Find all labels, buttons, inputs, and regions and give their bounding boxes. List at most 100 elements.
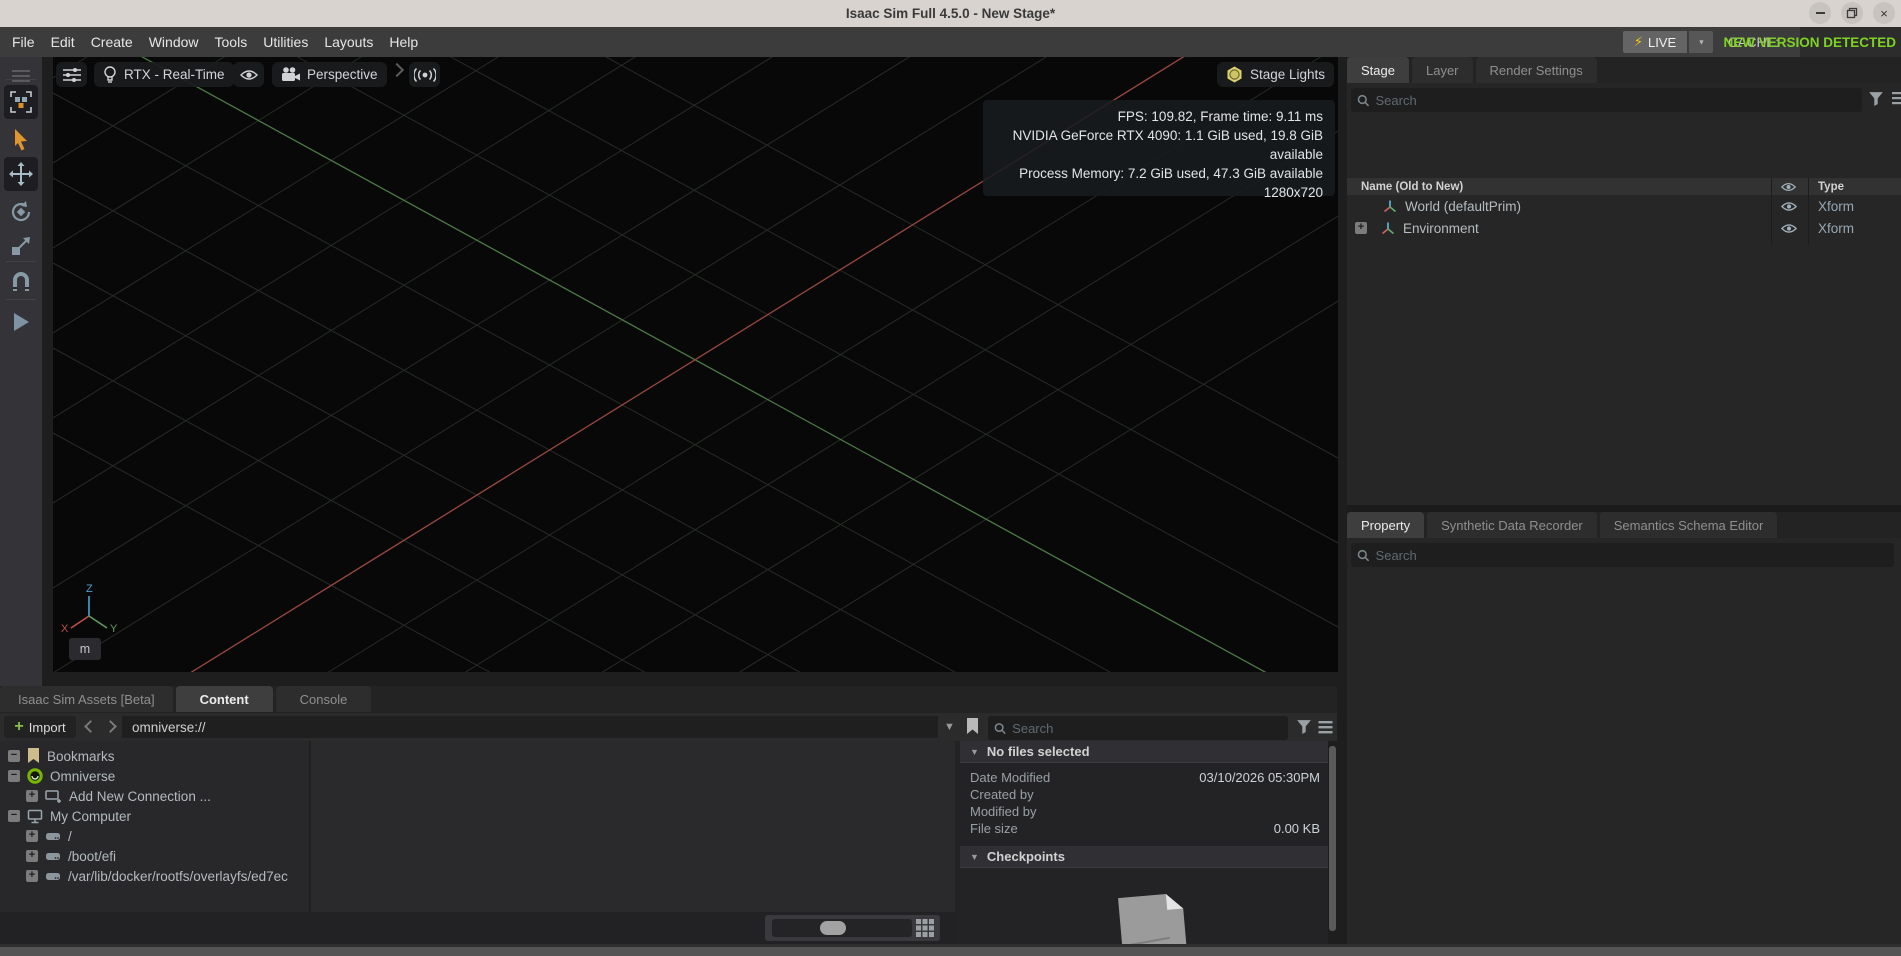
tab-property[interactable]: Property [1347, 512, 1424, 538]
camera-selector[interactable]: Perspective [272, 62, 387, 87]
minimize-button[interactable] [1809, 2, 1831, 24]
details-scrollbar[interactable] [1328, 741, 1337, 944]
tree-item-boot-efi[interactable]: + /boot/efi [0, 846, 310, 866]
tree-item-label: /boot/efi [68, 849, 116, 864]
expand-icon[interactable]: + [26, 870, 38, 882]
collapse-icon[interactable]: − [8, 770, 20, 782]
snap-tool-button[interactable] [4, 267, 38, 297]
stage-search-input[interactable] [1376, 93, 1856, 108]
broadcast-button[interactable] [409, 62, 440, 87]
play-button[interactable] [4, 307, 38, 337]
import-button[interactable]: + Import [4, 716, 76, 738]
path-bar[interactable] [122, 716, 938, 738]
tree-item-my-computer[interactable]: − My Computer [0, 806, 310, 826]
selection-mode-button[interactable] [4, 85, 38, 119]
visibility-eye-icon[interactable] [1781, 201, 1797, 212]
forward-button[interactable] [104, 720, 117, 733]
property-search[interactable] [1351, 543, 1894, 567]
menu-tools[interactable]: Tools [207, 27, 256, 57]
stage-search[interactable] [1351, 88, 1862, 112]
restore-button[interactable] [1841, 2, 1863, 24]
selection-header[interactable]: ▼ No files selected [960, 741, 1328, 763]
bookmark-button[interactable] [966, 718, 979, 735]
live-dropdown-button[interactable]: ▼ [1689, 31, 1713, 53]
viewport-3d[interactable]: RTX - Real-Time Perspective [53, 57, 1338, 672]
scrollbar-thumb[interactable] [1329, 746, 1336, 931]
viewport-unit-badge[interactable]: m [69, 638, 101, 660]
expand-icon[interactable]: + [26, 850, 38, 862]
column-name[interactable]: Name (Old to New) [1347, 181, 1463, 193]
rotate-tool-icon [9, 200, 33, 224]
live-button[interactable]: ⚡ LIVE [1623, 31, 1687, 53]
tab-console[interactable]: Console [276, 686, 372, 712]
move-tool-button[interactable] [4, 157, 38, 191]
new-version-notice[interactable]: NEW VERSION DETECTED [1723, 35, 1901, 50]
menu-create[interactable]: Create [83, 27, 141, 57]
stage-row-world[interactable]: World (defaultPrim) Xform [1347, 195, 1901, 217]
content-browser-panel: Isaac Sim Assets [Beta] Content Console … [0, 686, 1337, 944]
stage-filter-button[interactable] [1868, 91, 1884, 107]
content-search[interactable] [988, 716, 1288, 740]
tab-synthetic-data-recorder[interactable]: Synthetic Data Recorder [1427, 512, 1597, 538]
tab-isaac-sim-assets[interactable]: Isaac Sim Assets [Beta] [0, 686, 173, 712]
renderer-selector[interactable]: RTX - Real-Time [94, 62, 234, 87]
tab-render-settings[interactable]: Render Settings [1476, 57, 1597, 83]
content-filter-button[interactable] [1296, 719, 1312, 735]
collapse-icon[interactable]: − [8, 810, 20, 822]
content-files-pane[interactable] [311, 741, 955, 912]
slider-track[interactable] [772, 919, 912, 937]
rotate-tool-button[interactable] [4, 197, 38, 227]
slider-handle[interactable] [820, 921, 846, 935]
expand-icon[interactable]: + [26, 790, 38, 802]
tab-layer[interactable]: Layer [1412, 57, 1473, 83]
checkpoint-thumbnail[interactable] [1110, 881, 1200, 944]
grid-view-button[interactable] [916, 919, 934, 937]
menu-window[interactable]: Window [141, 27, 207, 57]
prim-name[interactable]: World (defaultPrim) [1405, 199, 1521, 214]
visibility-button[interactable] [233, 62, 264, 87]
expand-icon[interactable]: + [1355, 222, 1367, 234]
stage-column-header[interactable]: Name (Old to New) Type [1347, 178, 1901, 195]
tree-item-root-drive[interactable]: + / [0, 826, 310, 846]
stage-row-environment[interactable]: + Environment Xform [1347, 217, 1901, 239]
close-button[interactable]: × [1873, 2, 1895, 24]
menu-layouts[interactable]: Layouts [316, 27, 381, 57]
stats-gpu-line: NVIDIA GeForce RTX 4090: 1.1 GiB used, 1… [995, 126, 1323, 164]
toolbar-separator [6, 299, 36, 300]
drive-icon [45, 870, 61, 883]
select-tool-button[interactable] [4, 125, 38, 155]
visibility-eye-icon[interactable] [1781, 223, 1797, 234]
property-search-input[interactable] [1376, 548, 1888, 563]
panel-splitter[interactable] [1347, 505, 1901, 512]
tree-item-docker-overlayfs[interactable]: + /var/lib/docker/rootfs/overlayfs/ed7ec [0, 866, 310, 886]
thumbnail-size-slider[interactable] [765, 915, 940, 941]
menu-utilities[interactable]: Utilities [255, 27, 316, 57]
column-type[interactable]: Type [1818, 181, 1844, 193]
path-dropdown-button[interactable]: ▼ [944, 721, 955, 733]
menu-file[interactable]: File [0, 27, 43, 57]
content-search-input[interactable] [1012, 721, 1282, 736]
tree-item-omniverse[interactable]: − Omniverse [0, 766, 310, 786]
content-options-button[interactable] [1318, 720, 1333, 734]
tab-semantics-schema-editor[interactable]: Semantics Schema Editor [1600, 512, 1778, 538]
collapse-icon[interactable]: − [8, 750, 20, 762]
drive-icon [45, 830, 61, 843]
scale-tool-button[interactable] [4, 231, 38, 261]
expand-icon[interactable]: + [26, 830, 38, 842]
menu-edit[interactable]: Edit [43, 27, 83, 57]
path-input[interactable] [122, 720, 938, 735]
tree-item-add-new-connection[interactable]: + Add New Connection ... [0, 786, 310, 806]
menu-help[interactable]: Help [381, 27, 426, 57]
stage-options-button[interactable] [1892, 91, 1901, 105]
tab-stage[interactable]: Stage [1347, 57, 1409, 83]
field-modified-by: Modified by [960, 803, 1328, 820]
tab-content[interactable]: Content [176, 686, 273, 712]
checkpoints-header[interactable]: ▼ Checkpoints [960, 846, 1328, 868]
filter-funnel-icon [1296, 719, 1312, 735]
back-button[interactable] [84, 720, 97, 733]
prim-name[interactable]: Environment [1403, 221, 1479, 236]
bookmark-icon [966, 718, 979, 735]
viewport-settings-button[interactable] [56, 62, 87, 87]
tree-item-bookmarks[interactable]: − Bookmarks [0, 746, 310, 766]
stage-lights-button[interactable]: Stage Lights [1217, 62, 1334, 87]
